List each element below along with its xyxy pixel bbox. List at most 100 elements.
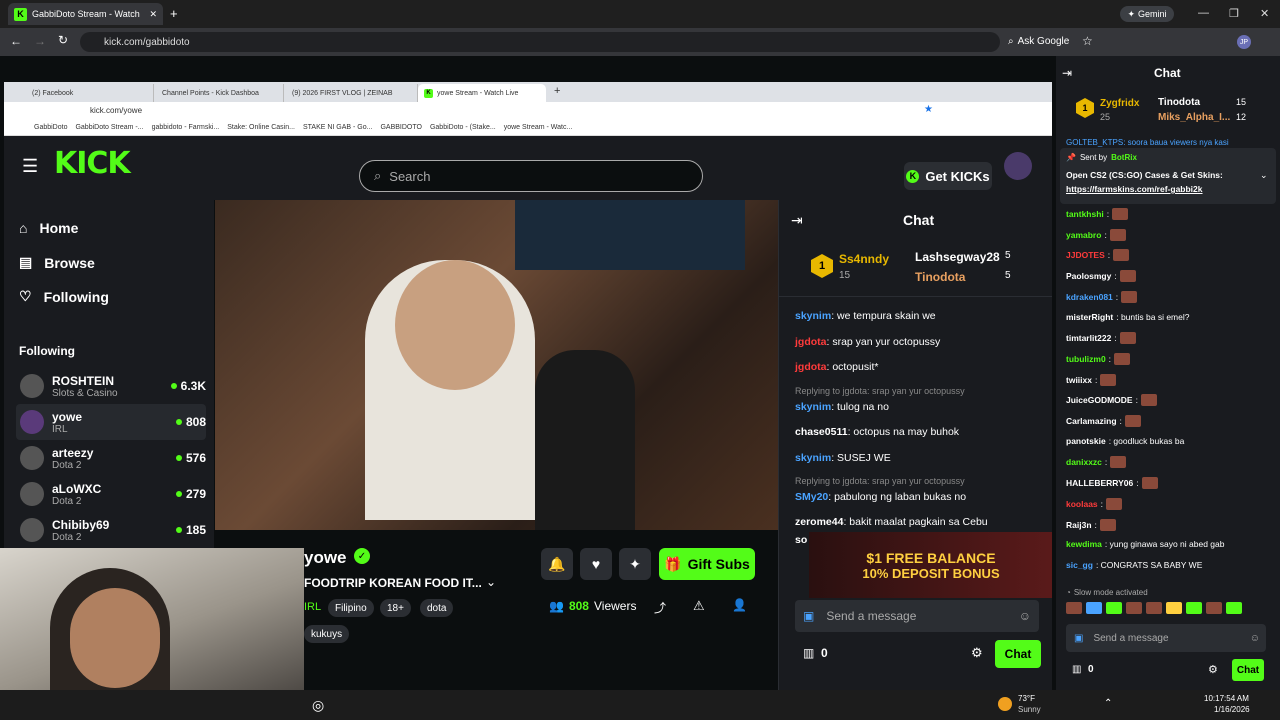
inner-tab-youtube[interactable]: (9) 2026 FIRST VLOG | ZEINAB	[286, 84, 418, 102]
tag-chip[interactable]: kukuys	[304, 625, 350, 643]
divider	[779, 296, 1052, 297]
chat-send-button[interactable]: Chat	[995, 640, 1041, 668]
following-item[interactable]: ROSHTEIN Slots & Casino 6.3K	[16, 368, 206, 404]
leader-name[interactable]: Tinodota	[1158, 97, 1200, 108]
chat-message-input[interactable]: ▣ Send a message ☺	[795, 600, 1039, 632]
bookmark[interactable]: Stake: Online Casin...	[227, 124, 295, 131]
new-tab-icon[interactable]: +	[170, 6, 178, 21]
live-dot-icon	[175, 419, 182, 425]
close-icon[interactable]: ✕	[149, 9, 157, 20]
maximize-icon[interactable]: ❐	[1229, 7, 1239, 20]
gift-icon: 🎁	[664, 555, 682, 572]
bookmark[interactable]: yowe Stream - Watc...	[504, 124, 573, 131]
follow-button[interactable]: ♥	[580, 548, 612, 580]
collapse-chat-icon[interactable]: ⇥	[791, 212, 803, 229]
clock-time[interactable]: 10:17:54 AM	[1204, 694, 1249, 703]
following-item[interactable]: arteezy Dota 2 576	[16, 440, 206, 476]
gemini-button[interactable]: ✦ Gemini	[1120, 6, 1174, 22]
new-tab-icon[interactable]: +	[554, 85, 560, 97]
window-close-icon[interactable]: ✕	[1260, 7, 1269, 20]
emote-icon	[1124, 415, 1141, 427]
emote-bar[interactable]	[1066, 602, 1266, 616]
video-player[interactable]	[215, 200, 778, 530]
gear-icon[interactable]: ⚙	[1208, 663, 1218, 676]
bookmark[interactable]: GabbiDoto Stream -...	[75, 124, 143, 131]
emoji-icon[interactable]: ☺	[1250, 633, 1260, 644]
forward-icon[interactable]: →	[34, 34, 46, 48]
bookmark[interactable]: STAKE NI GAB - Go...	[303, 124, 373, 131]
leader-name[interactable]: Miks_Alpha_I...	[1158, 112, 1230, 123]
outer-chat-input[interactable]: ▣ Send a message ☺	[1066, 624, 1266, 652]
bookmark[interactable]: gabbidoto - Farmski...	[152, 124, 220, 131]
home-icon: ⌂	[19, 220, 28, 236]
leader-name[interactable]: Tinodota	[915, 270, 965, 284]
leader-name[interactable]: Lashsegway28	[915, 250, 1000, 264]
emote-icon	[1110, 456, 1127, 469]
star-icon[interactable]: ☆	[1082, 34, 1093, 48]
outer-chat-send-button[interactable]: Chat	[1232, 659, 1264, 681]
inner-tab-channel-points[interactable]: Channel Points - Kick Dashboa	[156, 84, 284, 102]
bookmark[interactable]: GABBIDOTO	[380, 124, 422, 131]
following-item[interactable]: yowe IRL 808	[16, 404, 206, 440]
bot-icon: ▣	[1074, 632, 1084, 644]
promo-banner[interactable]: $1 FREE BALANCE 10% DEPOSIT BONUS	[809, 532, 1052, 598]
avatar	[20, 374, 44, 398]
tag-chip[interactable]: Filipino	[328, 599, 374, 617]
reload-icon[interactable]: ↻	[58, 33, 68, 47]
chevron-down-icon[interactable]: ⌄	[1260, 170, 1268, 181]
pinned-link[interactable]: https://farmskins.com/ref-gabbi2k	[1066, 184, 1203, 194]
emoji-icon[interactable]: ☺	[1019, 609, 1031, 623]
following-item[interactable]: aLoWXC Dota 2 279	[16, 476, 206, 512]
outer-chat-message: yamabro:	[1066, 228, 1126, 241]
tag-chip[interactable]: dota	[420, 599, 454, 617]
inner-tab-yowe[interactable]: Kyowe Stream - Watch Live	[418, 84, 546, 102]
inner-tab-facebook[interactable]: (2) Facebook	[26, 84, 154, 102]
nav-following[interactable]: ♡ Following	[19, 288, 109, 305]
bookmark-star-icon[interactable]: ★	[924, 104, 933, 115]
notification-button[interactable]: 🔔	[541, 548, 573, 580]
share-icon[interactable]: ⤴	[654, 599, 666, 616]
pinned-message: 📌 Sent by BotRix Open CS2 (CS:GO) Cases & …	[1060, 148, 1276, 204]
gear-icon[interactable]: ⚙	[971, 645, 983, 661]
app-icon[interactable]: ◎	[312, 697, 324, 714]
chevron-down-icon[interactable]: ⌄	[486, 575, 496, 589]
nav-home[interactable]: ⌂ Home	[19, 220, 78, 236]
search-input[interactable]: ⌕ Search	[359, 160, 703, 192]
kick-logo[interactable]: KICK	[54, 146, 131, 181]
menu-icon[interactable]: ☰	[22, 156, 38, 177]
emote-icon	[1119, 270, 1136, 283]
live-dot-icon	[175, 491, 182, 497]
user-icon[interactable]: 👤	[732, 598, 747, 612]
minimize-icon[interactable]: —	[1198, 7, 1209, 19]
leader-name[interactable]: Ss4nndy	[839, 252, 889, 266]
user-avatar[interactable]	[1004, 152, 1032, 180]
clock-date[interactable]: 1/16/2026	[1214, 705, 1250, 714]
pinned-text: Open CS2 (CS:GO) Cases & Get Skins:	[1066, 170, 1223, 180]
tag-chip[interactable]: 18+	[380, 599, 411, 617]
ask-google-button[interactable]: ⌕ Ask Google	[1008, 36, 1069, 47]
report-icon[interactable]: ⚠	[693, 598, 705, 614]
boost-button[interactable]: ✦	[619, 548, 651, 580]
outer-tab-active[interactable]: K GabbiDoto Stream - Watch ✕	[8, 3, 163, 25]
following-item[interactable]: Chibiby69 Dota 2 185	[16, 512, 206, 548]
outer-chat-message: tubulizm0:	[1066, 352, 1131, 365]
leader-name[interactable]: Zygfridx	[1100, 98, 1139, 109]
chevron-up-icon[interactable]: ⌃	[1104, 698, 1112, 709]
gift-subs-button[interactable]: 🎁 Gift Subs	[659, 548, 755, 580]
browse-icon: ▤	[19, 254, 33, 270]
category-link[interactable]: IRL	[304, 601, 321, 613]
emote-icon	[1106, 497, 1123, 510]
profile-avatar[interactable]: JP	[1237, 35, 1251, 49]
nav-browse[interactable]: ▤ Browse	[19, 254, 95, 271]
inner-url[interactable]: kick.com/yowe	[90, 106, 142, 115]
collapse-chat-icon[interactable]: ⇥	[1062, 66, 1072, 80]
bookmark[interactable]: GabbiDoto - (Stake...	[430, 124, 496, 131]
outer-chat-message: sic_gg: CONGRATS SA BABY WE	[1066, 559, 1203, 570]
outer-url-bar[interactable]: kick.com/gabbidoto	[80, 32, 1000, 52]
back-icon[interactable]: ←	[10, 34, 22, 48]
emote-icon	[1114, 352, 1131, 365]
get-kicks-button[interactable]: K Get KICKs	[904, 162, 992, 190]
bookmark[interactable]: GabbiDoto	[34, 124, 67, 131]
streamer-name[interactable]: yowe	[304, 548, 347, 568]
points-icon: ▥	[1072, 664, 1082, 675]
